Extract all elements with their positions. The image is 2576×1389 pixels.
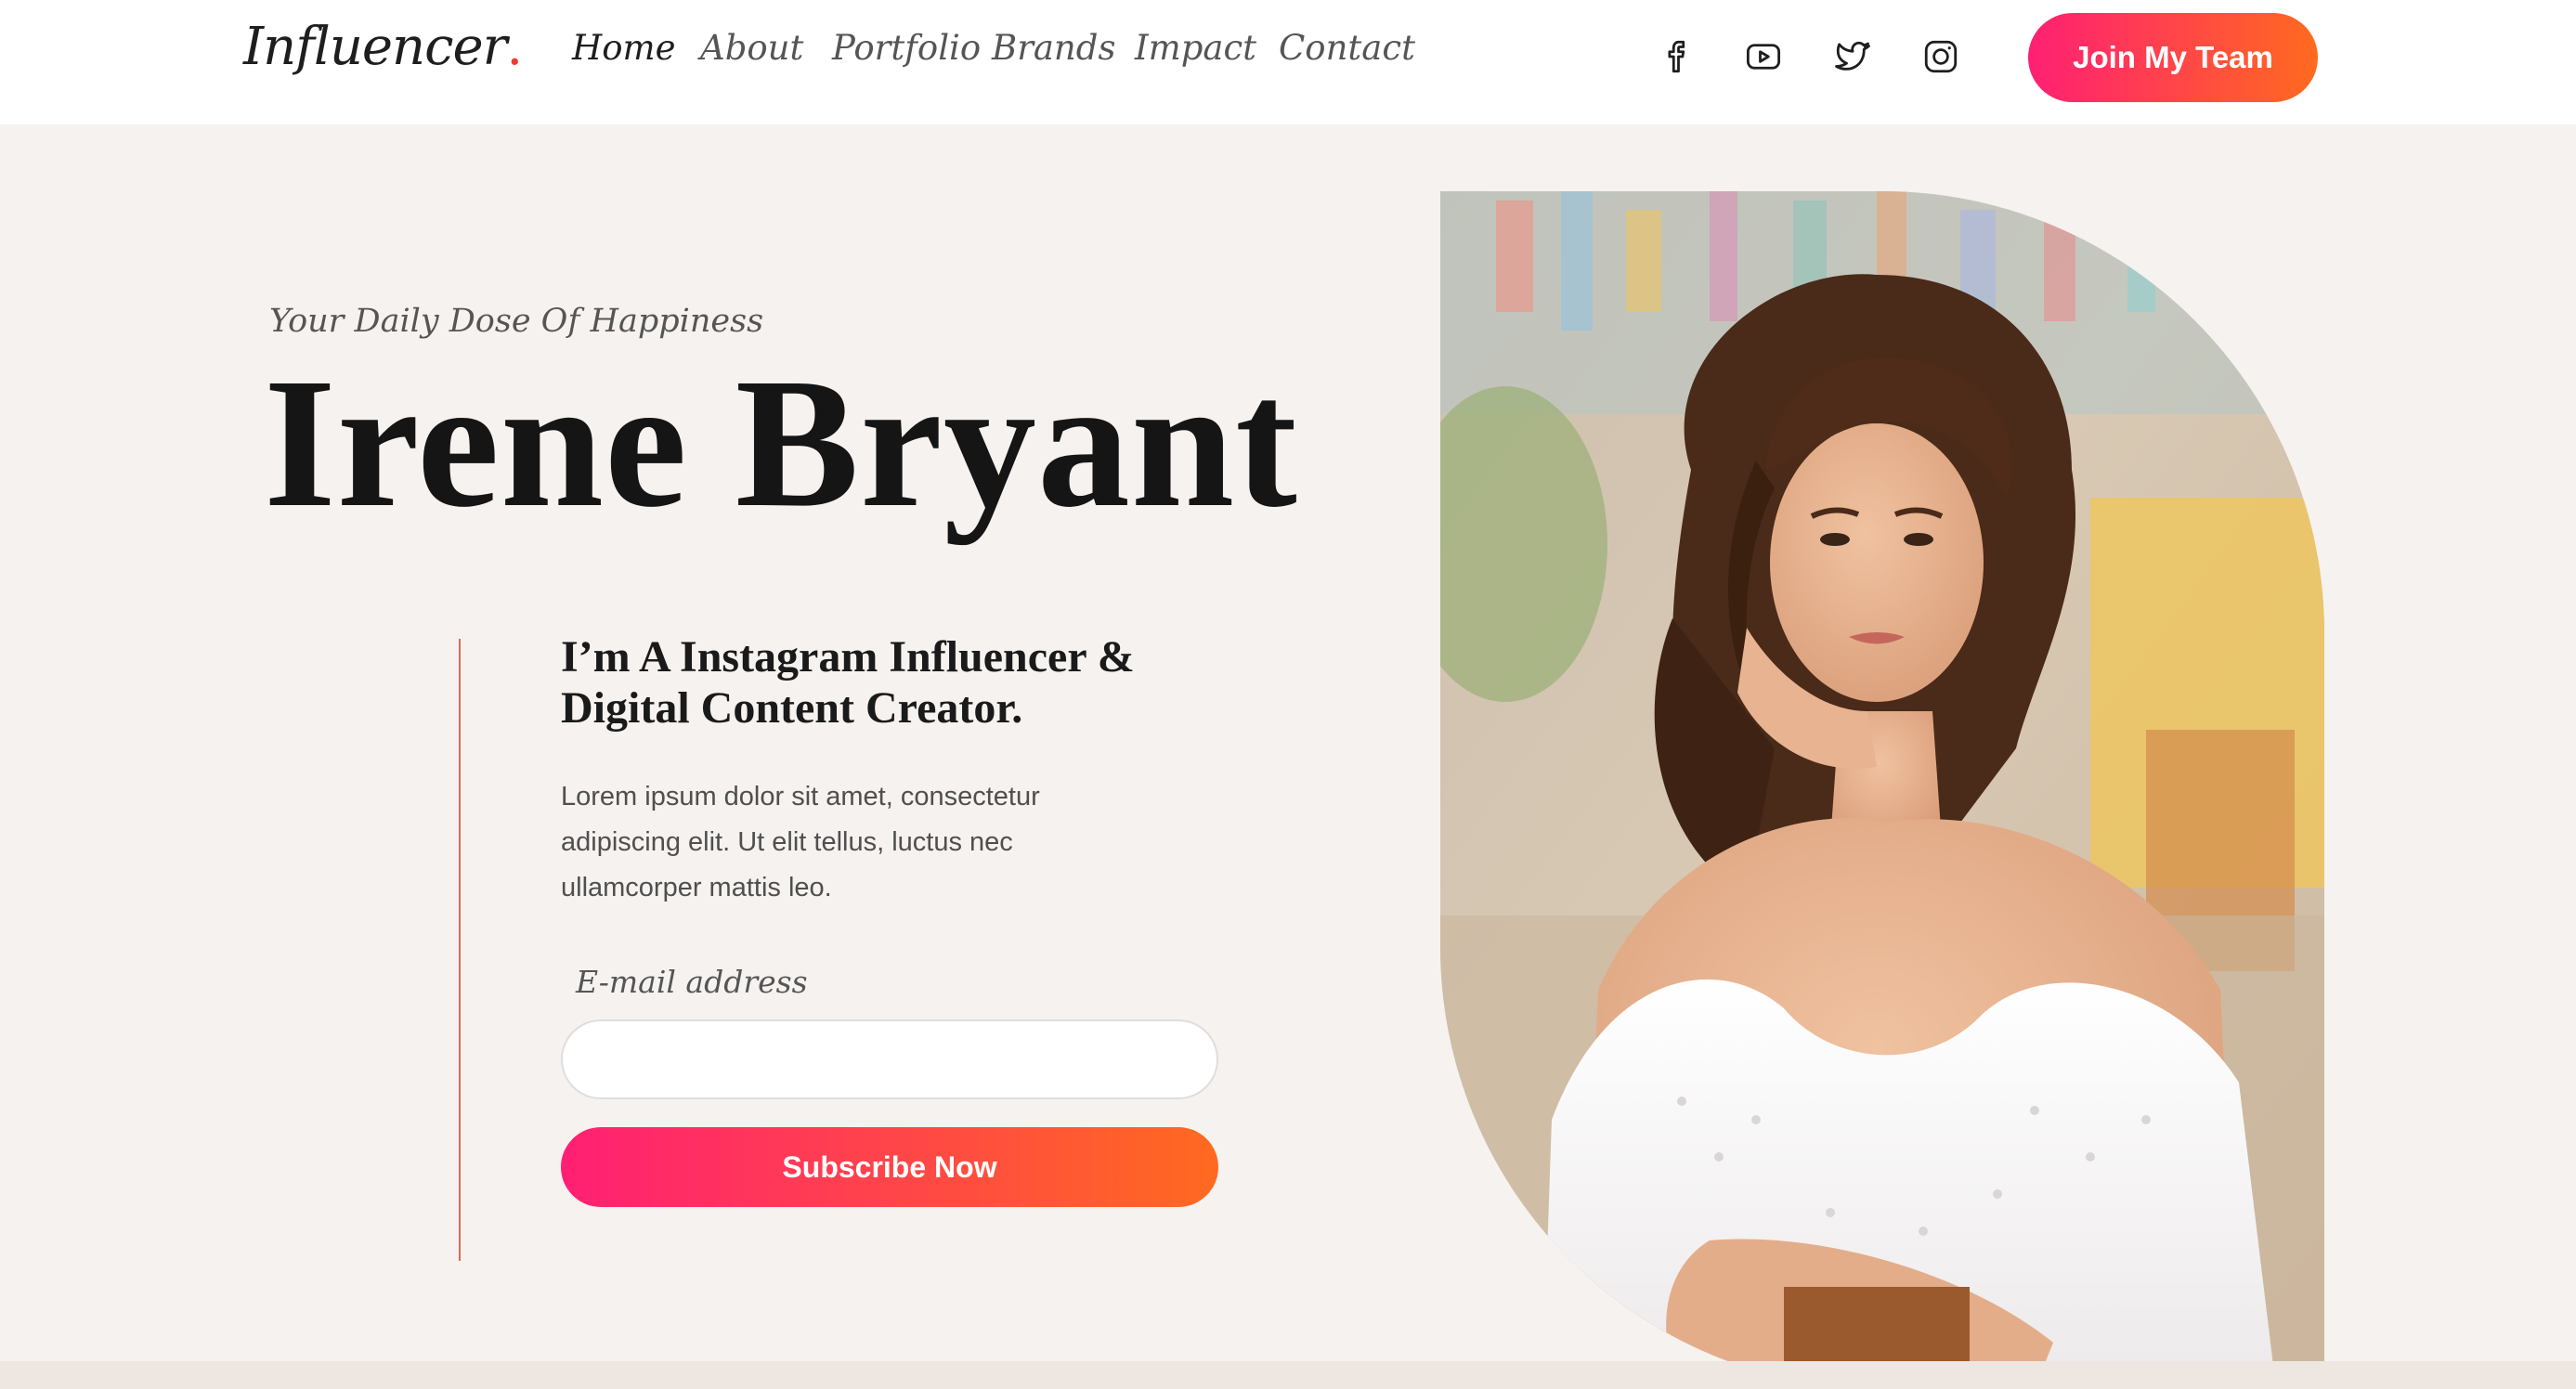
join-team-button[interactable]: Join My Team (2028, 13, 2318, 102)
hero-name: Irene Bryant (264, 341, 1298, 546)
nav-about[interactable]: About (700, 28, 803, 68)
logo-text: Influencer (243, 17, 507, 77)
nav-portfolio[interactable]: Portfolio (832, 28, 981, 68)
instagram-icon[interactable] (1919, 35, 1962, 78)
subscribe-button[interactable]: Subscribe Now (561, 1127, 1218, 1207)
email-label: E-mail address (576, 964, 808, 1000)
nav-impact[interactable]: Impact (1135, 28, 1256, 68)
site-logo[interactable]: Influencer. (243, 17, 523, 77)
nav-home[interactable]: Home (572, 28, 676, 68)
email-field[interactable] (561, 1019, 1218, 1099)
hero-tagline: Your Daily Dose Of Happiness (269, 303, 764, 340)
intro-body: Lorem ipsum dolor sit amet, consectetur … (561, 782, 1040, 902)
nav-contact[interactable]: Contact (1279, 28, 1415, 68)
next-section-edge (0, 1361, 2576, 1389)
facebook-icon[interactable] (1654, 35, 1697, 78)
site-header: Influencer. Home About Portfolio Brands … (0, 0, 2576, 124)
intro-heading: I’m A Instagram Influencer & Digital Con… (561, 632, 1135, 733)
nav-brands[interactable]: Brands (992, 28, 1115, 68)
portrait-illustration (1440, 191, 2324, 1389)
vertical-divider (459, 639, 461, 1261)
logo-dot: . (506, 17, 523, 77)
hero-portrait-photo (1440, 191, 2324, 1389)
youtube-icon[interactable] (1742, 35, 1785, 78)
twitter-icon[interactable] (1831, 35, 1874, 78)
